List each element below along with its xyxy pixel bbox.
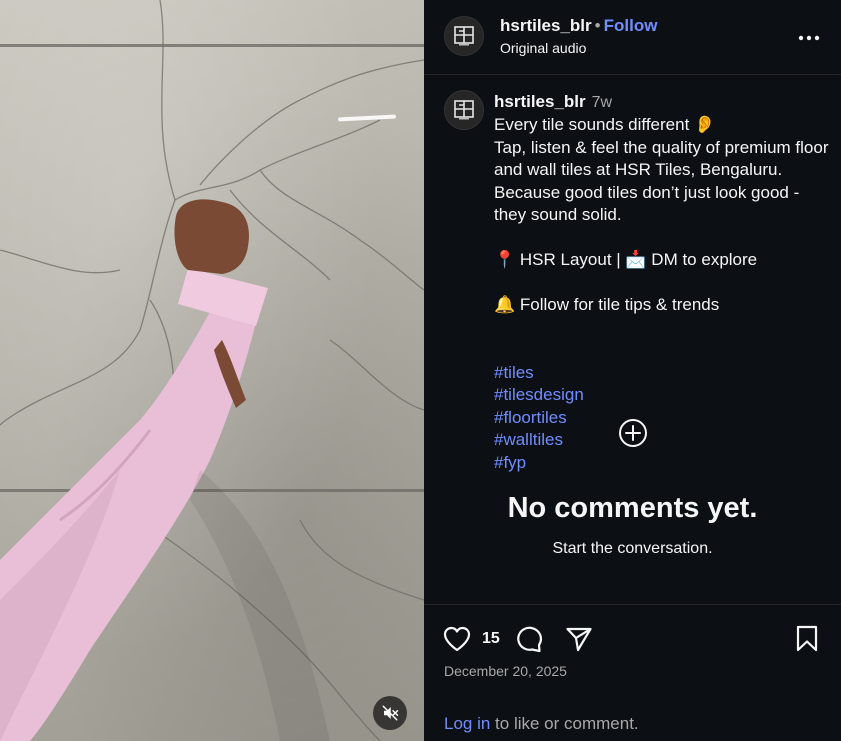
bookmark-icon (796, 625, 818, 652)
avatar[interactable] (444, 16, 484, 56)
caption-username[interactable]: hsrtiles_blr (494, 92, 586, 111)
hashtag-list: #tiles #tilesdesign #floortiles #walltil… (494, 339, 834, 474)
header-title-row: hsrtiles_blr • Follow (500, 16, 657, 36)
caption-line: Every tile sounds different 👂 (494, 115, 716, 134)
like-count[interactable]: 15 (482, 630, 500, 648)
caption-text: Every tile sounds different 👂 Tap, liste… (494, 114, 834, 474)
separator-dot: • (594, 16, 601, 35)
hashtag-link[interactable]: #tiles (494, 363, 534, 382)
paper-plane-icon (566, 627, 592, 652)
hashtag-link[interactable]: #floortiles (494, 408, 567, 427)
follow-button[interactable]: Follow (604, 16, 658, 35)
caption-line: 📍 HSR Layout | 📩 DM to explore (494, 250, 758, 269)
no-comments-subtitle: Start the conversation. (552, 540, 713, 557)
comment-bubble-icon (517, 626, 542, 653)
heart-icon (443, 626, 471, 652)
login-link[interactable]: Log in (444, 714, 490, 733)
post-details-panel: hsrtiles_blr • Follow Original audio hsrti… (424, 0, 841, 741)
caption-line: Tap, listen & feel the quality of premiu… (494, 137, 829, 225)
caption-header: hsrtiles_blr 7w (494, 92, 612, 112)
comment-button[interactable] (514, 624, 544, 654)
audio-label[interactable]: Original audio (500, 40, 586, 56)
video-frame-illustration (0, 0, 424, 741)
tile-logo-icon (454, 100, 474, 120)
like-button[interactable] (442, 624, 472, 654)
post-header: hsrtiles_blr • Follow Original audio (424, 0, 841, 75)
account-username[interactable]: hsrtiles_blr (500, 16, 592, 35)
login-prompt-text: to like or comment. (490, 714, 639, 733)
reel-video[interactable] (0, 0, 424, 741)
post-date[interactable]: December 20, 2025 (444, 663, 567, 679)
no-comments-title: No comments yet. (507, 492, 758, 524)
mute-button[interactable] (373, 696, 407, 730)
hashtag-link[interactable]: #fyp (494, 453, 526, 472)
plus-circle-icon (619, 419, 647, 447)
hashtag-link[interactable]: #tilesdesign (494, 385, 584, 404)
more-options-icon (798, 35, 820, 41)
save-button[interactable] (792, 624, 822, 654)
caption-line: 🔔 Follow for tile tips & trends (494, 295, 720, 314)
tile-logo-icon (454, 26, 474, 46)
caption-avatar[interactable] (444, 90, 484, 130)
more-options-button[interactable] (797, 26, 821, 50)
login-prompt: Log in to like or comment. (444, 714, 639, 734)
post-time-ago[interactable]: 7w (592, 94, 612, 111)
post-actions: 15 December 20, 2025 Log in to like or c… (424, 604, 841, 741)
hashtag-link[interactable]: #walltiles (494, 430, 563, 449)
muted-speaker-icon (382, 705, 399, 721)
share-button[interactable] (564, 624, 594, 654)
add-comment-button[interactable] (618, 418, 648, 448)
